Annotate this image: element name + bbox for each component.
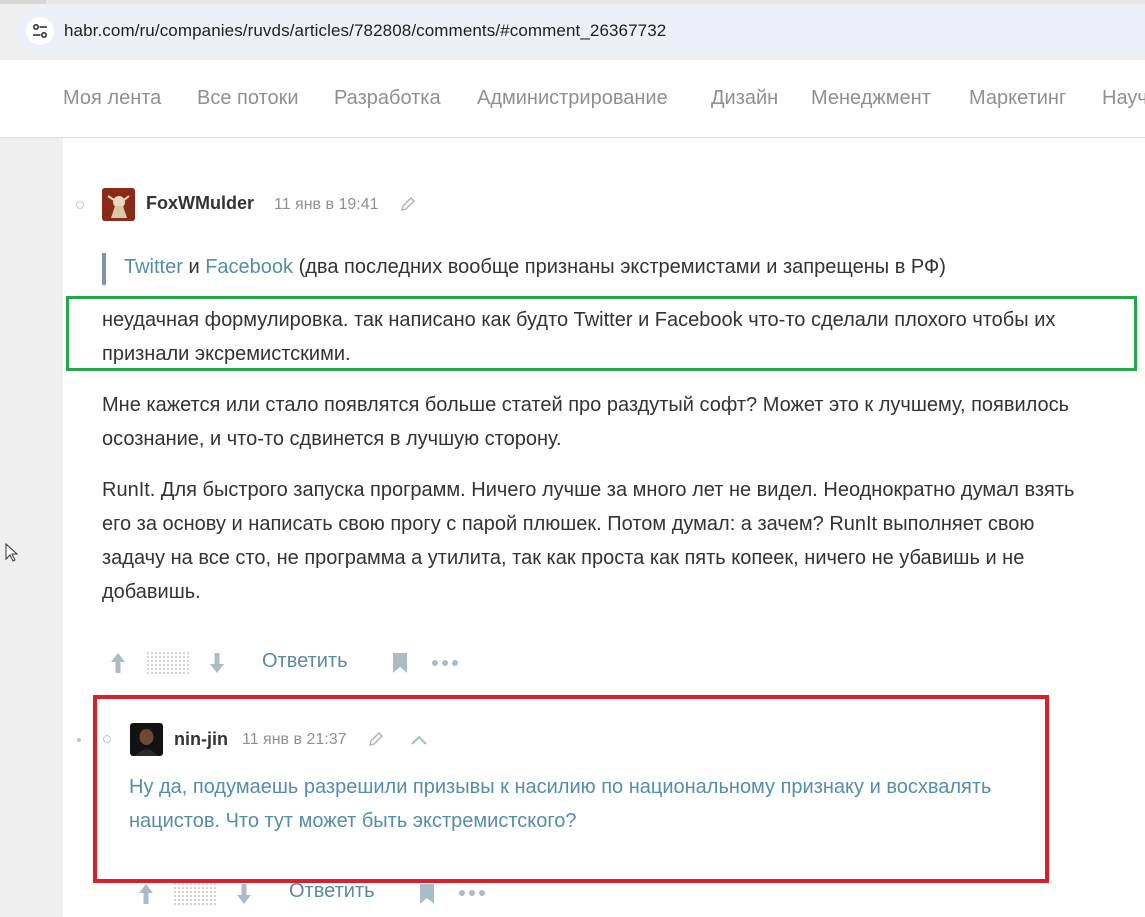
- quote-rest: (два последних вообще признаны экстремис…: [293, 256, 946, 278]
- address-bar[interactable]: habr.com/ru/companies/ruvds/articles/782…: [16, 8, 1145, 54]
- rating-placeholder: [146, 651, 190, 675]
- comment-author[interactable]: FoxWMulder: [146, 193, 254, 214]
- bookmark-icon[interactable]: [418, 883, 436, 905]
- more-options-icon[interactable]: [458, 889, 486, 897]
- nav-item-management[interactable]: Менеджмент: [811, 87, 931, 110]
- browser-top-strip: [0, 0, 1145, 4]
- url-text[interactable]: habr.com/ru/companies/ruvds/articles/782…: [64, 21, 666, 41]
- rating-placeholder: [173, 882, 217, 906]
- nav-item-design[interactable]: Дизайн: [711, 87, 778, 110]
- more-options-icon[interactable]: [431, 659, 459, 667]
- mouse-cursor-icon: [5, 543, 19, 562]
- comment-paragraph: Мне кажется или стало появлятся больше с…: [102, 394, 1070, 450]
- nav-item-development[interactable]: Разработка: [334, 87, 441, 110]
- quote-and: и: [182, 256, 206, 278]
- edited-pencil-icon: [401, 197, 415, 211]
- vote-up-icon[interactable]: [137, 882, 155, 906]
- highlight-box-green: [66, 296, 1137, 371]
- reply-button[interactable]: Ответить: [289, 880, 375, 903]
- facebook-link[interactable]: Facebook: [205, 256, 293, 278]
- nav-item-all-flows[interactable]: Все потоки: [197, 87, 299, 110]
- thread-line-dot: [77, 738, 81, 742]
- avatar[interactable]: [102, 188, 135, 221]
- browser-tab-strip: [0, 0, 46, 4]
- nav-item-my-feed[interactable]: Моя лента: [63, 87, 161, 110]
- nav-item-science[interactable]: Науч: [1102, 87, 1145, 110]
- twitter-link[interactable]: Twitter: [124, 256, 183, 278]
- habr-nav: Моя лента Все потоки Разработка Админист…: [0, 60, 1145, 138]
- comment-time[interactable]: 11 янв в 19:41: [274, 196, 378, 214]
- reply-button[interactable]: Ответить: [262, 650, 348, 673]
- vote-down-icon[interactable]: [208, 651, 226, 675]
- thread-marker: [76, 201, 84, 209]
- highlight-box-red: [93, 695, 1049, 883]
- nav-item-administration[interactable]: Администрирование: [477, 87, 668, 110]
- nav-item-marketing[interactable]: Маркетинг: [969, 87, 1066, 110]
- comment-paragraph: RunIt. Для быстрого запуска программ. Ни…: [102, 479, 1075, 603]
- vote-down-icon[interactable]: [235, 882, 253, 906]
- vote-up-icon[interactable]: [109, 651, 127, 675]
- comment-quote: Twitter и Facebook (два последних вообще…: [124, 256, 946, 279]
- quote-bar: [102, 253, 106, 285]
- tune-icon[interactable]: [26, 17, 54, 45]
- bookmark-icon[interactable]: [391, 652, 409, 674]
